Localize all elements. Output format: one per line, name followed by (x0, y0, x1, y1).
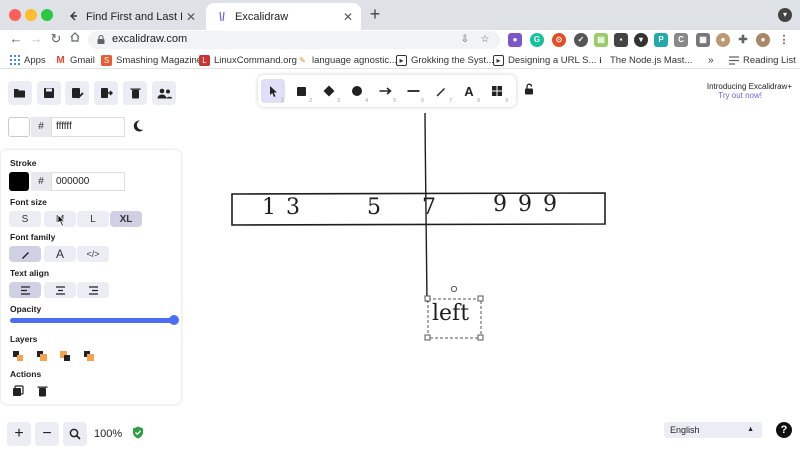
resize-handle[interactable] (477, 334, 484, 341)
bookmark-apps[interactable]: Apps (9, 53, 46, 67)
bookmark-nodejs[interactable]: i The Node.js Mast... (595, 53, 692, 67)
reading-list[interactable]: Reading List (728, 53, 796, 67)
extension-icon[interactable]: ✓ (574, 33, 588, 47)
array-number[interactable]: 3 (286, 195, 300, 220)
tab-find-first-last[interactable]: Find First and Last Position of E ✕ (57, 3, 204, 30)
install-app-icon[interactable]: ⇩ (458, 33, 472, 47)
shield-check-icon (132, 426, 145, 439)
more-bookmarks-icon[interactable]: » (708, 53, 714, 67)
array-number[interactable]: 5 (367, 195, 381, 220)
browser-menu-icon[interactable]: ⋮ (777, 33, 791, 47)
bookmark-gmail[interactable]: M Gmail (55, 53, 94, 67)
bookmark-icon: ✎ (299, 55, 306, 65)
zoom-reset-icon (69, 428, 81, 440)
tab-excalidraw[interactable]: Excalidraw ✕ (206, 3, 361, 30)
zoom-in-button[interactable]: + (7, 422, 31, 446)
language-value: English (670, 425, 700, 435)
array-number[interactable]: 9 (518, 192, 532, 217)
gmail-icon: M (56, 54, 65, 66)
maximize-window-button[interactable] (41, 9, 53, 21)
resize-handle[interactable] (424, 334, 431, 341)
extension-icon[interactable]: ▦ (696, 33, 710, 47)
array-number[interactable]: 9 (493, 192, 507, 217)
extension-icon[interactable]: ⊙ (552, 33, 566, 47)
caret-down-icon: ▲ (747, 426, 754, 433)
drawing-canvas[interactable] (0, 70, 800, 450)
array-number[interactable]: 1 (262, 195, 276, 220)
zoom-out-button[interactable]: − (35, 422, 59, 446)
zoom-level: 100% (94, 428, 123, 440)
tab-search-icon[interactable]: ▾ (778, 8, 792, 22)
extensions-puzzle-icon[interactable]: ✚ (736, 33, 750, 47)
extension-icon[interactable]: ▪ (614, 33, 628, 47)
bookmark-smashing[interactable]: S Smashing Magazine (101, 53, 202, 67)
reload-icon[interactable]: ↻ (48, 31, 64, 47)
rotation-handle[interactable] (450, 285, 458, 293)
new-tab-button[interactable]: + (366, 5, 384, 24)
extension-icon[interactable]: ● (716, 33, 730, 47)
bookmarks-bar: Apps M Gmail S Smashing Magazine L Linux… (0, 49, 800, 69)
home-icon[interactable] (67, 31, 83, 47)
language-select[interactable]: English ▲ (664, 422, 762, 438)
close-tab-icon[interactable]: ✕ (339, 10, 357, 24)
minimize-window-button[interactable] (25, 9, 37, 21)
close-tab-icon[interactable]: ✕ (182, 10, 200, 24)
lock-icon (96, 34, 108, 46)
close-window-button[interactable] (9, 9, 21, 21)
pointer-label-text[interactable]: left (432, 301, 469, 326)
grokking-icon: ▸ (493, 54, 504, 66)
profile-avatar[interactable]: ● (756, 33, 770, 47)
back-icon[interactable]: ← (8, 31, 24, 47)
extension-icon[interactable]: ▾ (634, 33, 648, 47)
extension-icon[interactable]: ● (508, 33, 522, 47)
array-number[interactable]: 9 (543, 192, 557, 217)
apps-grid-icon (9, 55, 20, 66)
extension-icon[interactable]: P (654, 33, 668, 47)
tab-title: Find First and Last Position of E (86, 10, 182, 23)
bookmark-star-icon[interactable]: ☆ (478, 33, 492, 47)
bookmark-linuxcommand[interactable]: L LinuxCommand.org (199, 53, 297, 67)
help-button[interactable]: ? (776, 422, 792, 438)
bookmark-grokking[interactable]: ▸ Grokking the Syst... (396, 53, 494, 67)
reset-zoom-button[interactable] (63, 422, 87, 446)
bookmark-language-agnostic[interactable]: ✎ language agnostic... (297, 53, 397, 67)
excalidraw-logo-icon (216, 11, 228, 23)
grokking-icon: ▸ (396, 54, 407, 66)
array-number[interactable]: 7 (422, 195, 436, 220)
bookmark-designing-url[interactable]: ▸ Designing a URL S... (493, 53, 596, 67)
smashing-icon: S (101, 54, 112, 66)
resize-handle[interactable] (477, 295, 484, 302)
info-icon: i (599, 55, 602, 65)
address-bar[interactable]: excalidraw.com ⇩ ☆ (88, 31, 500, 49)
tab-title: Excalidraw (235, 10, 289, 23)
browser-tab-strip: Find First and Last Position of E ✕ Exca… (0, 0, 800, 30)
url-text: excalidraw.com (112, 33, 188, 45)
linux-icon: L (199, 54, 210, 66)
resize-handle[interactable] (424, 295, 431, 302)
grammarly-icon[interactable]: G (530, 33, 544, 47)
extension-icon[interactable]: C (674, 33, 688, 47)
extension-icon[interactable]: ▤ (594, 33, 608, 47)
forward-icon[interactable]: → (28, 31, 44, 47)
reading-list-icon (728, 55, 739, 66)
leetcode-icon (67, 11, 79, 23)
